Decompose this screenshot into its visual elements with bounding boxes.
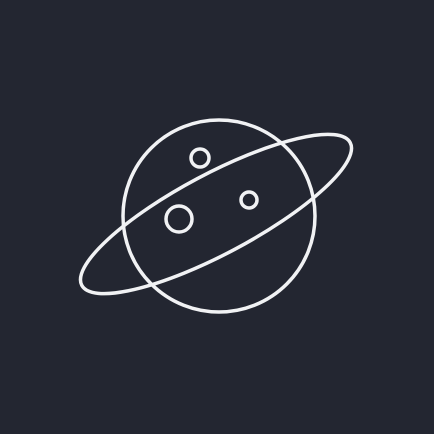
- icon-background: [0, 0, 434, 434]
- planet-icon: [0, 0, 434, 434]
- app-icon-canvas: [0, 0, 434, 434]
